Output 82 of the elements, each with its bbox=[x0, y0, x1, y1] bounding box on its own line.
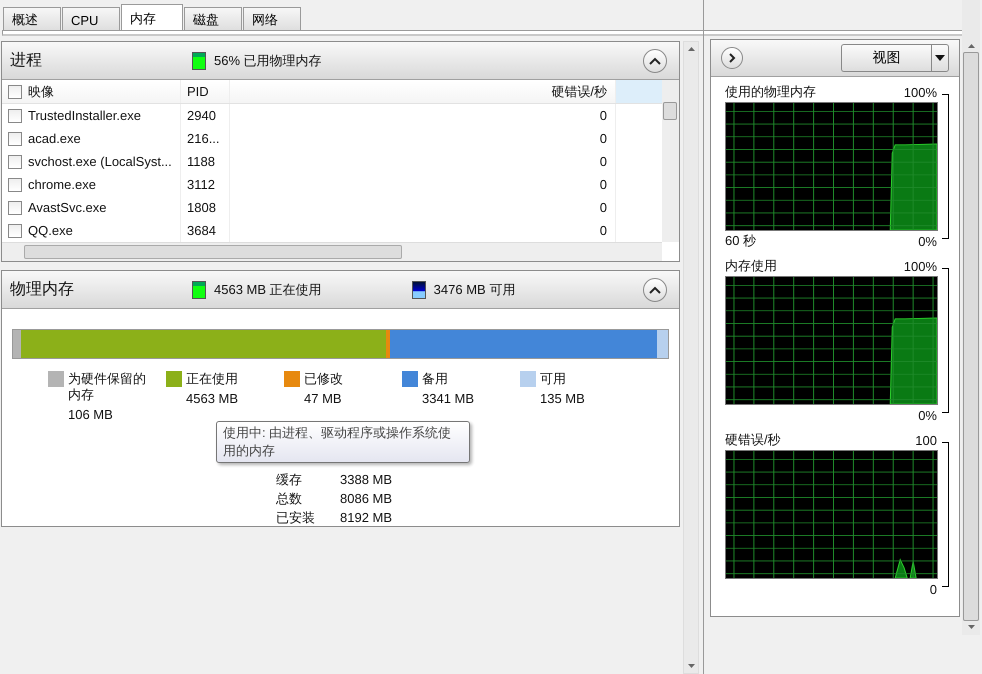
table-cell: 1188 bbox=[181, 150, 230, 173]
graph-title: 硬错误/秒 bbox=[725, 431, 781, 449]
graph-min: 0 bbox=[930, 582, 937, 596]
memory-summary: 56% 已用物理内存 bbox=[214, 52, 322, 70]
checkbox[interactable] bbox=[8, 224, 22, 238]
table-cell: TrustedInstaller.exe bbox=[28, 108, 141, 123]
graph-title: 使用的物理内存 bbox=[725, 83, 816, 101]
total-value: 8086 MB bbox=[340, 490, 392, 507]
view-button[interactable]: 视图 bbox=[841, 44, 931, 72]
section-title: 进程 bbox=[10, 50, 43, 71]
section-title: 物理内存 bbox=[10, 280, 75, 300]
checkbox[interactable] bbox=[8, 132, 22, 146]
legend-value: 3341 MB bbox=[422, 391, 474, 407]
table-cell: 1808 bbox=[181, 196, 230, 219]
column-header[interactable]: PID bbox=[181, 80, 230, 103]
graph-title: 内存使用 bbox=[725, 257, 777, 275]
total-label: 缓存 bbox=[276, 471, 303, 488]
expand-button[interactable] bbox=[721, 47, 743, 69]
legend-label: 可用 bbox=[540, 371, 567, 387]
scrollbar[interactable] bbox=[683, 41, 699, 674]
total-value: 3388 MB bbox=[340, 471, 392, 488]
table-cell: svchost.exe (LocalSyst... bbox=[28, 154, 172, 169]
legend-value: 135 MB bbox=[540, 391, 585, 407]
tab[interactable]: CPU bbox=[62, 7, 120, 32]
table-cell: chrome.exe bbox=[28, 177, 96, 192]
table-cell: 0 bbox=[230, 127, 616, 150]
tooltip: 使用中: 由进程、驱动程序或操作系统使用的内存 bbox=[216, 421, 470, 463]
collapse-button[interactable] bbox=[643, 49, 667, 73]
graph-min: 0% bbox=[918, 408, 937, 422]
table-cell: 3112 bbox=[181, 173, 230, 196]
graph-time: 60 秒 bbox=[725, 232, 756, 250]
legend-label: 正在使用 bbox=[186, 371, 238, 387]
graph-max: 100% bbox=[904, 84, 937, 100]
checkbox[interactable] bbox=[8, 200, 22, 214]
up-arrow-icon[interactable] bbox=[968, 44, 974, 48]
up-arrow-icon[interactable] bbox=[688, 47, 694, 51]
legend-label: 已修改 bbox=[304, 371, 343, 387]
table-cell: 0 bbox=[230, 150, 616, 173]
total-label: 总数 bbox=[276, 490, 303, 507]
checkbox[interactable] bbox=[8, 108, 22, 122]
scrollbar[interactable] bbox=[2, 242, 662, 261]
chevron-icon bbox=[649, 57, 661, 65]
chevron-icon bbox=[727, 53, 737, 63]
table-cell: acad.exe bbox=[28, 131, 81, 146]
down-arrow-icon[interactable] bbox=[688, 664, 694, 668]
graph-min: 0% bbox=[918, 234, 937, 248]
tab[interactable]: 磁盘 bbox=[184, 7, 242, 32]
table-cell: 216... bbox=[181, 127, 230, 150]
collapse-button[interactable] bbox=[643, 278, 667, 302]
legend-value: 47 MB bbox=[304, 391, 343, 407]
tab[interactable]: 网络 bbox=[243, 7, 301, 32]
scrollbar[interactable] bbox=[662, 80, 679, 242]
down-arrow-icon[interactable] bbox=[968, 625, 974, 629]
legend-value: 4563 MB bbox=[186, 391, 238, 407]
memory-available: 3476 MB 可用 bbox=[434, 280, 516, 298]
total-label: 已安装 bbox=[276, 509, 316, 526]
table-cell: 0 bbox=[230, 104, 616, 127]
dropdown-button[interactable] bbox=[931, 44, 949, 72]
memory-chip-icon bbox=[412, 280, 426, 298]
graph-max: 100 bbox=[915, 432, 937, 448]
table-cell: QQ.exe bbox=[28, 223, 73, 238]
checkbox[interactable] bbox=[8, 178, 22, 192]
chevron-icon bbox=[649, 286, 661, 294]
tab[interactable]: 内存 bbox=[121, 4, 183, 32]
checkbox[interactable] bbox=[8, 84, 22, 98]
legend-value: 106 MB bbox=[68, 407, 114, 423]
scrollbar[interactable] bbox=[962, 0, 980, 635]
table-cell: 0 bbox=[230, 196, 616, 219]
tab[interactable]: 概述 bbox=[3, 7, 61, 32]
graph-max: 100% bbox=[904, 258, 937, 274]
caret-icon bbox=[935, 55, 945, 61]
memory-in-use: 4563 MB 正在使用 bbox=[214, 280, 322, 298]
legend-label: 为硬件保留的内存 bbox=[68, 371, 147, 403]
table-cell: AvastSvc.exe bbox=[28, 200, 107, 215]
total-value: 8192 MB bbox=[340, 509, 392, 526]
checkbox[interactable] bbox=[8, 154, 22, 168]
memory-chip-icon bbox=[192, 52, 206, 70]
legend-label: 备用 bbox=[422, 371, 449, 387]
column-header[interactable]: 映像 bbox=[28, 82, 54, 100]
memory-chip-icon bbox=[192, 280, 206, 298]
table-cell: 2940 bbox=[181, 104, 230, 127]
table-cell: 0 bbox=[230, 173, 616, 196]
